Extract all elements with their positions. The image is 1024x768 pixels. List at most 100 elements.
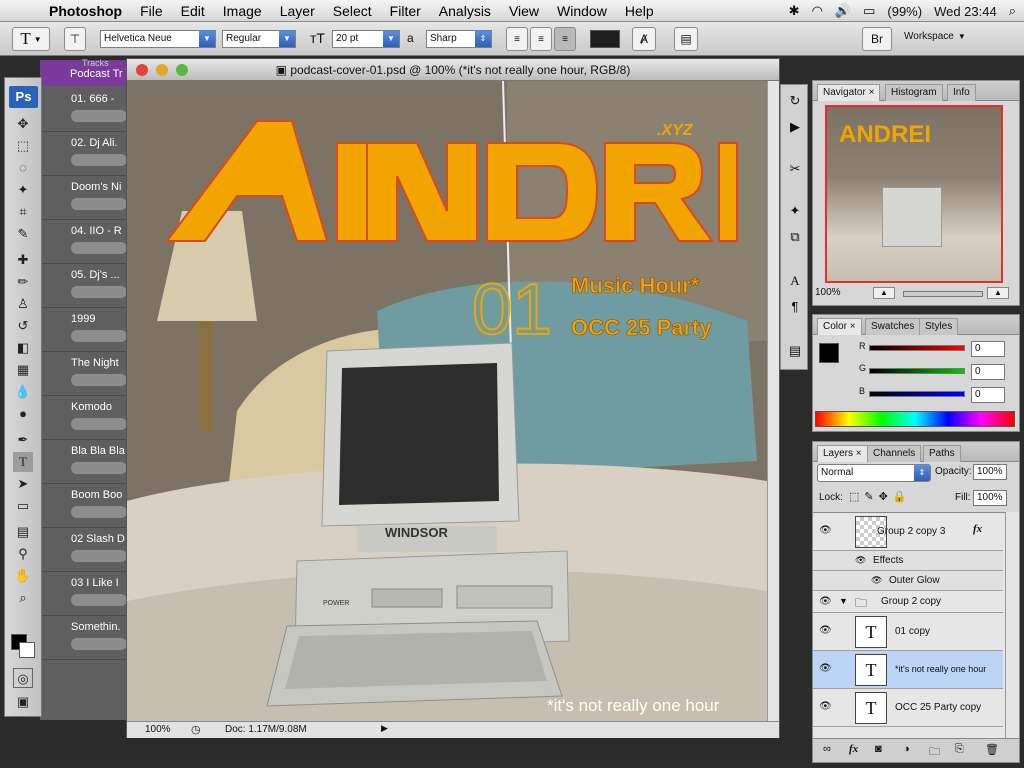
tab-styles[interactable]: Styles (919, 318, 959, 335)
path-selection-tool-icon[interactable]: ➤ (13, 474, 33, 494)
clone-source-panel-icon[interactable]: ⧉ (785, 227, 805, 247)
type-tool-icon[interactable]: T (13, 452, 33, 472)
navigator-zoom[interactable]: 100% (815, 287, 841, 298)
green-value-input[interactable]: 0 (971, 364, 1005, 380)
track-controls[interactable] (71, 462, 127, 474)
tab-info[interactable]: Info (947, 84, 976, 101)
align-right-button[interactable]: ≡ (554, 27, 576, 51)
character-panel-icon[interactable]: A (785, 271, 805, 291)
antialias-select[interactable]: Sharp ⇕ (426, 30, 492, 48)
effects-eye-icon[interactable]: 👁 (855, 555, 866, 566)
close-icon[interactable]: × (850, 321, 856, 332)
track-controls[interactable] (71, 418, 127, 430)
warp-text-icon[interactable]: Ⱥ (632, 27, 656, 51)
menu-file[interactable]: File (131, 0, 172, 22)
visibility-eye-icon[interactable]: 👁 (819, 701, 832, 712)
dodge-tool-icon[interactable]: ● (13, 404, 33, 424)
list-item[interactable]: 02 Slash D (40, 528, 128, 572)
track-controls[interactable] (71, 330, 127, 342)
list-item[interactable]: 02. Dj Ali. (40, 132, 128, 176)
list-item[interactable]: 05. Dj's ... (40, 264, 128, 308)
visibility-eye-icon[interactable]: 👁 (819, 663, 832, 674)
history-brush-tool-icon[interactable]: ↺ (13, 316, 33, 336)
menu-image[interactable]: Image (214, 0, 271, 22)
red-slider[interactable] (869, 345, 965, 351)
actions-panel-icon[interactable]: ▶ (785, 117, 805, 137)
volume-icon[interactable]: 🔊 (835, 3, 851, 19)
font-size-select[interactable]: 20 pt ▼ (332, 30, 400, 48)
list-item[interactable]: Somethin. (40, 616, 128, 660)
layers-scrollbar[interactable] (1005, 512, 1019, 738)
magic-wand-tool-icon[interactable]: ✦ (13, 180, 33, 200)
healing-brush-tool-icon[interactable]: ✚ (13, 250, 33, 270)
opacity-input[interactable]: 100% (973, 464, 1007, 480)
brush-tool-icon[interactable]: ✏ (13, 272, 33, 292)
screen-mode-icon[interactable]: ▣ (13, 692, 33, 712)
menu-edit[interactable]: Edit (172, 0, 214, 22)
tab-swatches[interactable]: Swatches (865, 318, 921, 335)
menu-help[interactable]: Help (616, 0, 663, 22)
add-style-icon[interactable]: fx (849, 743, 858, 755)
quick-mask-icon[interactable]: ◎ (13, 668, 33, 688)
align-left-button[interactable]: ≡ (506, 27, 528, 51)
background-color-swatch[interactable] (19, 642, 35, 658)
layer-comps-panel-icon[interactable]: ▤ (785, 341, 805, 361)
group-row[interactable]: 👁 ▼ 🗀 Group 2 copy (813, 591, 1003, 613)
blue-value-input[interactable]: 0 (971, 387, 1005, 403)
menu-clock[interactable]: Wed 23:44 (934, 4, 997, 19)
close-icon[interactable]: × (856, 448, 862, 459)
tab-histogram[interactable]: Histogram (885, 84, 943, 101)
track-controls[interactable] (71, 638, 127, 650)
add-mask-icon[interactable]: ◙ (875, 743, 882, 755)
pen-tool-icon[interactable]: ✒ (13, 430, 33, 450)
tab-color[interactable]: Color × (817, 318, 862, 335)
zoom-tool-icon[interactable]: ⌕ (13, 588, 33, 608)
layer-effect-row[interactable]: 👁 Outer Glow (813, 571, 1003, 591)
tool-preset-picker[interactable]: T ▼ (12, 27, 50, 51)
menu-app-name[interactable]: Photoshop (40, 0, 131, 22)
track-controls[interactable] (71, 110, 127, 122)
paragraph-panel-icon[interactable]: ¶ (785, 297, 805, 317)
list-item[interactable]: The Night (40, 352, 128, 396)
menu-window[interactable]: Window (548, 0, 616, 22)
layer-effects-row[interactable]: 👁 Effects (813, 551, 1003, 571)
marquee-tool-icon[interactable]: ⬚ (13, 136, 33, 156)
list-item[interactable]: Komodo (40, 396, 128, 440)
hand-tool-icon[interactable]: ✋ (13, 566, 33, 586)
align-center-button[interactable]: ≡ (530, 27, 552, 51)
visibility-eye-icon[interactable]: 👁 (819, 625, 832, 636)
eyedropper-tool-icon[interactable]: ✎ (13, 224, 33, 244)
tab-channels[interactable]: Channels (867, 445, 922, 462)
track-controls[interactable] (71, 286, 127, 298)
crop-tool-icon[interactable]: ⌗ (13, 202, 33, 222)
tool-presets-panel-icon[interactable]: ✂ (785, 159, 805, 179)
tab-navigator[interactable]: Navigator × (817, 84, 881, 101)
status-menu-arrow-icon[interactable]: ▶ (381, 723, 388, 734)
group-expand-icon[interactable]: ▼ (839, 596, 848, 606)
tab-layers[interactable]: Layers × (817, 445, 868, 462)
color-spectrum-ramp[interactable] (815, 411, 1015, 427)
foreground-color-swatch[interactable] (819, 343, 839, 363)
track-controls[interactable] (71, 242, 127, 254)
layer-row[interactable]: 👁 T 01 copy (813, 613, 1003, 651)
brushes-panel-icon[interactable]: ✦ (785, 201, 805, 221)
track-controls[interactable] (71, 154, 127, 166)
workspace-menu[interactable]: Workspace ▼ (904, 31, 966, 42)
visibility-eye-icon[interactable]: 👁 (819, 525, 832, 536)
layer-row[interactable]: 👁 Group 2 copy 3 fx (813, 513, 1003, 551)
delete-layer-icon[interactable]: 🗑 (985, 743, 999, 756)
tab-paths[interactable]: Paths (923, 445, 961, 462)
layer-row[interactable]: 👁 T OCC 25 Party copy (813, 689, 1003, 727)
close-icon[interactable]: × (869, 87, 875, 98)
blur-tool-icon[interactable]: 💧 (13, 382, 33, 402)
move-tool-icon[interactable]: ✥ (13, 114, 33, 134)
bridge-icon[interactable]: Br (862, 27, 892, 51)
clone-stamp-tool-icon[interactable]: ♙ (13, 294, 33, 314)
text-color-swatch[interactable] (590, 30, 620, 48)
lock-icons[interactable]: ⬚✎✥🔒 (849, 490, 912, 503)
history-panel-icon[interactable]: ↻ (785, 91, 805, 111)
navigator-zoom-slider[interactable] (903, 291, 983, 297)
list-item[interactable]: 04. IIO - R (40, 220, 128, 264)
new-group-icon[interactable]: 🗀 (929, 743, 940, 762)
character-panel-icon[interactable]: ▤ (674, 27, 698, 51)
